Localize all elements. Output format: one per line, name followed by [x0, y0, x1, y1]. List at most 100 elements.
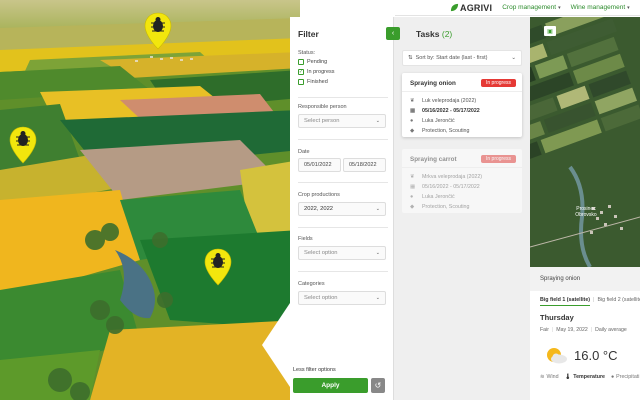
apply-button[interactable]: Apply [293, 378, 368, 393]
tab-big-field-1[interactable]: Big field 1 (satellite) [540, 297, 591, 306]
legend-precipitation[interactable]: ● Precipitati [611, 374, 639, 380]
person-icon: ● [410, 194, 414, 200]
select-placeholder: Select person [304, 118, 340, 124]
pest-pin-icon[interactable] [204, 248, 232, 286]
divider [298, 97, 388, 98]
sort-icon: ⇅ [408, 55, 413, 61]
pest-pin-icon[interactable] [144, 12, 172, 50]
satellite-map[interactable]: Prosinec Obrovsko ▣ [530, 17, 640, 267]
task-field: Mrkva veleprodaja (2022) [422, 174, 483, 180]
divider [298, 139, 388, 140]
weather-task-title: Spraying onion [530, 267, 640, 291]
sort-label: Sort by: Start date (last - first) [415, 55, 488, 61]
drop-icon: ● [610, 374, 615, 380]
calendar-icon: ▦ [410, 184, 416, 190]
status-checkbox-in-progress[interactable]: ✓ In progress [298, 69, 335, 75]
meta-separator: | [551, 327, 554, 333]
select-placeholder: Select option [304, 250, 338, 256]
nav-label: Wine management [570, 4, 626, 11]
task-dates: 05/16/2022 - 05/17/2022 [422, 108, 480, 114]
status-checkbox-pending[interactable]: Pending [298, 59, 327, 65]
chevron-down-icon: ⌄ [375, 250, 380, 256]
weather-temperature-row: 16.0 °C [544, 345, 618, 365]
calendar-icon: ▦ [410, 108, 416, 114]
date-label: Date [298, 149, 310, 155]
weather-mode: Daily average [595, 327, 627, 333]
aerial-field-photo [0, 0, 300, 400]
sort-dropdown[interactable]: ⇅ Sort by: Start date (last - first) ⌄ [402, 50, 522, 66]
reset-button[interactable]: ↺ [371, 378, 385, 393]
legend-wind-label: Wind [546, 374, 559, 380]
divider [298, 271, 388, 272]
divider [402, 91, 522, 92]
responsible-person-select[interactable]: Select person ⌄ [298, 114, 386, 128]
task-title: Spraying onion [410, 80, 456, 87]
legend-precipitation-label: Precipitati [616, 374, 640, 380]
agrivi-logo[interactable]: AGRIVI [450, 3, 492, 13]
weather-meta: Fair | May 19, 2022 | Daily average [540, 327, 627, 333]
task-categories-row: ◆ Protection, Scouting [410, 128, 469, 134]
nav-crop-management[interactable]: Crop management ▾ [502, 4, 560, 11]
task-card[interactable]: Spraying onion In progress ❦ Luk veleprod… [402, 73, 522, 137]
tasks-title: Tasks (2) [416, 29, 452, 39]
checkbox-label: Pending [307, 59, 328, 65]
task-person-row: ● Luka Jerončić [410, 118, 455, 124]
task-card[interactable]: Spraying carrot In progress ❦ Mrkva velep… [402, 149, 522, 213]
wind-icon: ≋ [540, 374, 545, 380]
fields-label: Fields [298, 236, 313, 242]
weather-date: May 19, 2022 [556, 327, 588, 333]
crop-productions-label: Crop productions [298, 192, 340, 198]
tag-icon: ◆ [410, 128, 415, 134]
status-checkbox-finished[interactable]: Finished [298, 79, 328, 85]
nav-wine-management[interactable]: Wine management ▾ [571, 4, 630, 11]
tag-icon: ◆ [410, 204, 415, 210]
date-to-input[interactable]: 05/18/2022 [343, 158, 386, 172]
less-filter-options-link[interactable]: Less filter options [293, 367, 336, 373]
meta-separator: | [590, 327, 593, 333]
tab-big-field-2[interactable]: Big field 2 (satellite [597, 297, 640, 306]
logo-text: AGRIVI [460, 2, 493, 13]
nav-label: Crop management [502, 4, 557, 11]
weather-panel: Spraying onion Big field 1 (satellite) |… [530, 267, 640, 400]
status-label: Status: [298, 50, 316, 56]
legend-temperature[interactable]: 🌡 Temperature [565, 374, 605, 380]
chevron-down-icon: ⌄ [375, 206, 380, 212]
chevron-down-icon: ⌄ [511, 55, 516, 61]
task-dates: 05/16/2022 - 05/17/2022 [422, 184, 480, 190]
photo-notch [262, 300, 292, 390]
task-person: Luka Jerončić [422, 194, 455, 200]
task-title: Spraying carrot [410, 156, 457, 163]
map-layer-icon[interactable]: ▣ [544, 26, 556, 36]
chevron-left-icon: ‹ [391, 30, 395, 37]
categories-select[interactable]: Select option ⌄ [298, 291, 386, 305]
collapse-filter-button[interactable]: ‹ [386, 27, 400, 40]
checkbox-icon [298, 59, 304, 65]
status-badge: In progress [480, 155, 516, 163]
weather-condition: Fair [540, 327, 549, 333]
tasks-title-text: Tasks [416, 29, 440, 39]
divider [298, 227, 388, 228]
checkbox-icon [298, 79, 304, 85]
task-categories-row: ◆ Protection, Scouting [410, 204, 469, 210]
map-village-label: Prosinec Obrovsko [575, 206, 597, 218]
thermometer-icon: 🌡 [564, 374, 572, 380]
checkmark-icon: ✓ [298, 68, 304, 75]
filter-panel: Filter ‹ Status: Pending ✓ In progress F… [290, 17, 400, 400]
checkbox-label: In progress [307, 69, 335, 75]
chevron-down-icon: ⌄ [375, 295, 380, 301]
filter-title: Filter [298, 29, 319, 39]
task-dates-row: ▦ 05/16/2022 - 05/17/2022 [410, 108, 480, 114]
caret-down-icon: ▾ [627, 4, 630, 11]
task-person-row: ● Luka Jerončić [410, 194, 455, 200]
reset-icon: ↺ [374, 381, 382, 390]
task-categories: Protection, Scouting [422, 204, 470, 210]
crop-productions-select[interactable]: 2022, 2022 ⌄ [298, 202, 386, 216]
task-categories: Protection, Scouting [422, 128, 470, 134]
date-to-value: 05/18/2022 [349, 162, 377, 168]
date-from-input[interactable]: 05/01/2022 [298, 158, 341, 172]
leaf-icon: ❦ [410, 174, 415, 180]
fields-select[interactable]: Select option ⌄ [298, 246, 386, 260]
tab-separator: | [593, 297, 595, 303]
legend-wind[interactable]: ≋ Wind [540, 374, 559, 380]
pest-pin-icon[interactable] [9, 126, 37, 164]
